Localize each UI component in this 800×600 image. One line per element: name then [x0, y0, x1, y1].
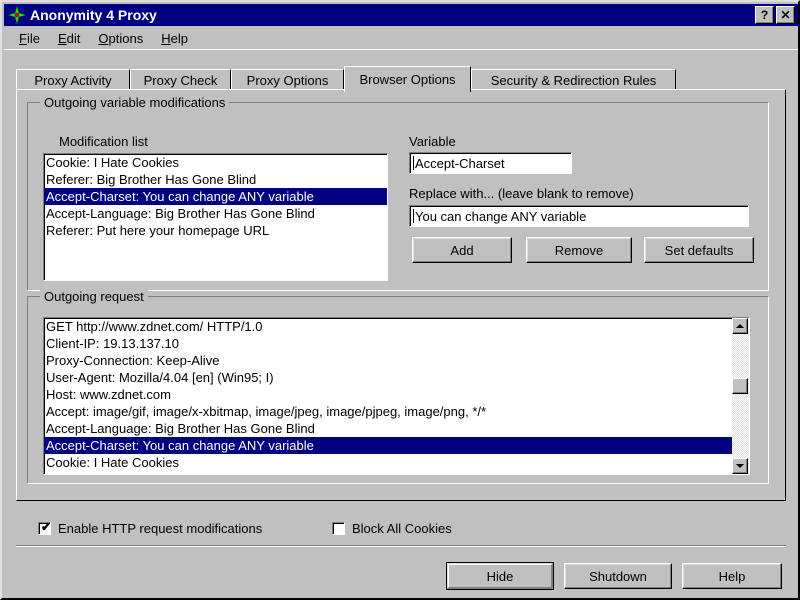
hide-button[interactable]: Hide — [446, 562, 554, 590]
list-item[interactable]: Accept-Language: Big Brother Has Gone Bl… — [44, 420, 749, 437]
check-mark-icon — [335, 523, 343, 532]
window-title: Anonymity 4 Proxy — [30, 7, 157, 23]
outgoing-request-listbox[interactable]: GET http://www.zdnet.com/ HTTP/1.0 Clien… — [43, 317, 750, 475]
checkbox-label: Block All Cookies — [352, 521, 452, 536]
tab-proxy-check[interactable]: Proxy Check — [130, 69, 231, 90]
tab-security-redirection-rules[interactable]: Security & Redirection Rules — [471, 69, 676, 90]
list-item[interactable]: Proxy-Connection: Keep-Alive — [44, 352, 749, 369]
menu-separator — [4, 49, 798, 52]
scrollbar-thumb[interactable] — [732, 378, 748, 394]
tab-label: Proxy Options — [246, 72, 329, 88]
compass-star-icon — [8, 6, 26, 24]
list-item[interactable]: GET http://www.zdnet.com/ HTTP/1.0 — [44, 318, 749, 335]
list-item[interactable]: Client-IP: 19.13.137.10 — [44, 335, 749, 352]
checkbox-label: Enable HTTP request modifications — [58, 521, 263, 536]
scroll-up-arrow-icon[interactable] — [732, 318, 748, 334]
menu-item-file[interactable]: File — [10, 30, 49, 47]
button-label: Help — [718, 568, 746, 584]
help-footer-button[interactable]: Help — [682, 563, 782, 589]
variable-input[interactable]: Accept-Charset — [409, 152, 572, 174]
menu-item-help[interactable]: Help — [152, 30, 197, 47]
list-item[interactable]: Accept-Language: Big Brother Has Gone Bl… — [44, 205, 387, 222]
modification-listbox[interactable]: Cookie: I Hate Cookies Referer: Big Brot… — [43, 153, 388, 281]
list-item[interactable]: User-Agent: Mozilla/4.04 [en] (Win95; I) — [44, 369, 749, 386]
remove-button[interactable]: Remove — [526, 237, 632, 263]
enable-http-modifications-checkbox[interactable]: ✔ Enable HTTP request modifications — [38, 521, 262, 536]
text-caret — [413, 209, 414, 223]
list-item[interactable]: Accept: image/gif, image/x-xbitmap, imag… — [44, 403, 749, 420]
tab-label: Proxy Activity — [34, 72, 112, 88]
list-item[interactable]: Accept-Charset: You can change ANY varia… — [44, 437, 749, 454]
variable-label: Variable — [409, 134, 456, 149]
menu-item-edit[interactable]: Edit — [49, 30, 89, 47]
tab-strip: Proxy Activity Proxy Check Proxy Options… — [16, 66, 786, 92]
button-label: Set defaults — [664, 242, 734, 258]
button-label: Shutdown — [589, 568, 647, 584]
tab-panel-browser-options: Outgoing variable modifications Modifica… — [16, 89, 786, 501]
tab-label: Proxy Check — [143, 72, 218, 88]
scroll-down-arrow-icon[interactable] — [732, 458, 748, 474]
title-bar[interactable]: Anonymity 4 Proxy ? ✕ — [4, 4, 798, 26]
list-item[interactable]: Cookie: I Hate Cookies — [44, 154, 387, 171]
variable-input-value: Accept-Charset — [415, 155, 505, 171]
tab-browser-options[interactable]: Browser Options — [344, 66, 471, 92]
button-label: Add — [450, 242, 474, 258]
tab-proxy-activity[interactable]: Proxy Activity — [16, 69, 130, 90]
list-item[interactable]: Referer: Big Brother Has Gone Blind — [44, 171, 387, 188]
set-defaults-button[interactable]: Set defaults — [644, 237, 754, 263]
shutdown-button[interactable]: Shutdown — [564, 563, 672, 589]
menu-bar: File Edit Options Help — [4, 28, 798, 48]
block-all-cookies-checkbox[interactable]: Block All Cookies — [332, 521, 452, 536]
modification-list-label: Modification list — [59, 134, 148, 149]
list-item[interactable]: Referer: Put here your homepage URL — [44, 222, 387, 239]
tab-proxy-options[interactable]: Proxy Options — [231, 69, 344, 90]
tab-label: Browser Options — [359, 72, 456, 87]
window-controls: ? ✕ — [755, 6, 795, 24]
list-item[interactable]: Host: www.zdnet.com — [44, 386, 749, 403]
group-title: Outgoing variable modifications — [40, 95, 230, 110]
replace-with-input[interactable]: You can change ANY variable — [409, 205, 749, 227]
checkbox-box[interactable]: ✔ — [38, 520, 52, 535]
check-mark-icon: ✔ — [41, 520, 52, 534]
replace-with-input-value: You can change ANY variable — [415, 208, 587, 224]
tab-label: Security & Redirection Rules — [490, 72, 657, 88]
group-title: Outgoing request — [40, 289, 148, 304]
close-icon[interactable]: ✕ — [776, 6, 795, 24]
text-caret — [413, 156, 414, 170]
checkbox-box[interactable] — [332, 522, 345, 535]
button-label: Remove — [554, 242, 604, 258]
menu-item-options[interactable]: Options — [89, 30, 152, 47]
list-item[interactable]: Cookie: I Hate Cookies — [44, 454, 749, 471]
app-window: Anonymity 4 Proxy ? ✕ File Edit Options … — [0, 0, 800, 600]
add-button[interactable]: Add — [412, 237, 512, 263]
outgoing-request-scrollbar[interactable] — [732, 318, 749, 474]
list-item[interactable]: Accept-Charset: You can change ANY varia… — [44, 188, 387, 205]
footer-divider — [16, 545, 786, 547]
help-button[interactable]: ? — [755, 6, 774, 24]
button-label: Hide — [486, 568, 514, 584]
replace-with-label: Replace with... (leave blank to remove) — [409, 186, 634, 201]
